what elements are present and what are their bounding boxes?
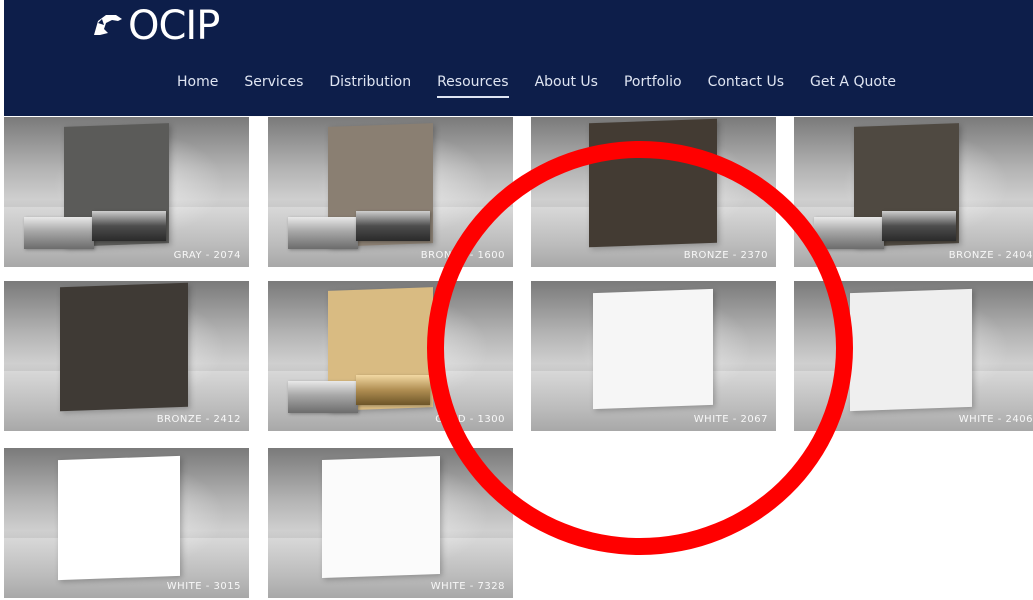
acrylic-sheet [593, 288, 713, 410]
acrylic-sheet [850, 288, 972, 412]
tile-label: BRONZE - 1600 [420, 250, 505, 261]
tile-label: WHITE - 7328 [430, 581, 505, 592]
nav-contact-us[interactable]: Contact Us [708, 72, 784, 96]
nav-portfolio[interactable]: Portfolio [624, 72, 682, 96]
tile-gray-2074[interactable]: GRAY - 2074 [4, 117, 249, 267]
block-left [24, 217, 94, 249]
ocip-logo[interactable]: OCIP [92, 3, 220, 49]
tile-label: GRAY - 2074 [173, 250, 241, 261]
block-left [814, 217, 884, 249]
acrylic-sheet [58, 455, 180, 581]
nav-about-us[interactable]: About Us [535, 72, 598, 96]
tile-bronze-2404[interactable]: BRONZE - 2404 [794, 117, 1033, 267]
tile-bronze-2412[interactable]: BRONZE - 2412 [4, 281, 249, 431]
tile-gold-1300[interactable]: GOLD - 1300 [268, 281, 513, 431]
nav-distribution[interactable]: Distribution [329, 72, 411, 96]
tile-label: WHITE - 2406 [958, 414, 1033, 425]
tile-label: BRONZE - 2370 [683, 250, 768, 261]
nav-resources[interactable]: Resources [437, 72, 509, 98]
site-header: OCIP Home Services Distribution Resource… [4, 0, 1033, 116]
tile-white-2406[interactable]: WHITE - 2406 [794, 281, 1033, 431]
acrylic-sheet [589, 118, 717, 248]
acrylic-sheet [322, 455, 440, 579]
block-left [288, 381, 358, 413]
tile-label: BRONZE - 2404 [948, 250, 1033, 261]
nav-home[interactable]: Home [177, 72, 218, 96]
block-right [356, 375, 430, 405]
block-right [92, 211, 166, 241]
block-right [882, 211, 956, 241]
tile-white-7328[interactable]: WHITE - 7328 [268, 448, 513, 598]
tile-bronze-2370[interactable]: BRONZE - 2370 [531, 117, 776, 267]
cat-logo-icon [94, 15, 122, 35]
nav-services[interactable]: Services [244, 72, 303, 96]
nav-get-a-quote[interactable]: Get A Quote [810, 72, 896, 96]
tile-label: WHITE - 3015 [166, 581, 241, 592]
main-nav: Home Services Distribution Resources Abo… [177, 72, 922, 98]
logo-text: OCIP [128, 3, 220, 49]
tile-white-3015[interactable]: WHITE - 3015 [4, 448, 249, 598]
block-right [356, 211, 430, 241]
block-left [288, 217, 358, 249]
tile-label: GOLD - 1300 [435, 414, 505, 425]
tile-bronze-1600[interactable]: BRONZE - 1600 [268, 117, 513, 267]
tile-label: WHITE - 2067 [693, 414, 768, 425]
acrylic-sheet [60, 282, 188, 412]
tile-label: BRONZE - 2412 [156, 414, 241, 425]
tile-white-2067[interactable]: WHITE - 2067 [531, 281, 776, 431]
